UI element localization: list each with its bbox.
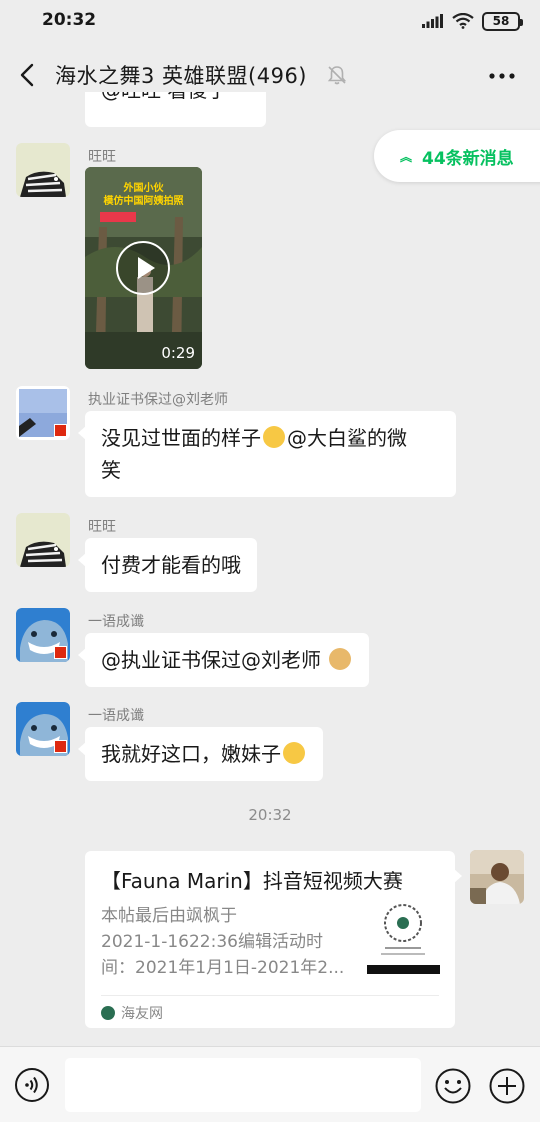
my-avatar[interactable] <box>470 850 524 904</box>
status-time: 20:32 <box>42 10 97 30</box>
battery-icon: 58 <box>482 11 523 31</box>
wink-emoji-icon <box>283 742 305 764</box>
sender-name: 旺旺 <box>88 519 116 535</box>
link-card-desc-line: 2021-1-1622:36编辑活动时 <box>101 932 323 952</box>
avatar[interactable] <box>16 702 70 756</box>
new-messages-label: 44条新消息 <box>422 148 514 169</box>
input-bar <box>0 1046 540 1122</box>
link-card-description: 本帖最后由飒枫于 2021-1-1622:36编辑活动时 间：2021年1月1日… <box>101 903 359 981</box>
avatar[interactable] <box>16 386 70 440</box>
battery-level: 58 <box>492 14 510 28</box>
link-card-desc-line: 间：2021年1月1日-2021年2... <box>101 958 345 978</box>
wifi-icon <box>452 13 474 29</box>
avatar[interactable] <box>16 513 70 567</box>
video-caption-bar <box>100 212 136 222</box>
mute-bell-icon <box>327 66 347 85</box>
more-options-icon[interactable] <box>488 72 516 80</box>
message-bubble[interactable]: @执业证书保过@刘老师 <box>78 633 369 687</box>
message-text-line2: 笑 <box>101 458 121 482</box>
previous-message-text: @旺旺 看傻了 <box>101 92 227 103</box>
emoji-picker-icon[interactable] <box>434 1067 472 1105</box>
double-chevron-up-icon: ︽ <box>400 149 413 164</box>
sender-name: 一语成谶 <box>88 708 144 724</box>
message-text: 我就好这口，嫩妹子 <box>101 742 281 766</box>
video-message[interactable]: 外国小伙 模仿中国阿姨拍照 0:29 <box>85 167 202 369</box>
message-bubble[interactable]: 没见过世面的样子 @大白鲨的微 笑 <box>78 411 456 497</box>
message-text: 付费才能看的哦 <box>101 553 241 577</box>
link-card-desc-line: 本帖最后由飒枫于 <box>101 906 237 926</box>
message-input[interactable] <box>65 1058 421 1112</box>
signal-icon <box>422 14 443 28</box>
play-icon[interactable] <box>116 241 170 295</box>
video-caption-line2: 模仿中国阿姨拍照 <box>103 196 184 207</box>
message-timestamp: 20:32 <box>248 806 292 824</box>
chat-title: 海水之舞3 英雄联盟(496) <box>55 64 308 88</box>
sender-name: 一语成谶 <box>88 614 144 630</box>
grin-emoji-icon <box>263 426 285 448</box>
source-logo-icon <box>101 1006 115 1020</box>
status-bar: 20:32 58 <box>0 0 540 44</box>
link-card-source: 海友网 <box>101 1003 163 1023</box>
link-card-title: 【Fauna Marin】抖音短视频大赛 <box>101 869 403 893</box>
new-messages-button[interactable]: ︽ 44条新消息 <box>374 130 540 182</box>
video-duration: 0:29 <box>161 344 195 362</box>
link-card-thumbnail <box>367 901 440 976</box>
previous-message-bubble[interactable]: @旺旺 看傻了 <box>85 92 266 127</box>
avatar[interactable] <box>16 143 70 197</box>
status-icons: 58 <box>422 11 523 31</box>
title-bar: 海水之舞3 英雄联盟(496) <box>0 44 540 106</box>
message-text: @执业证书保过@刘老师 <box>101 648 321 672</box>
message-text: 没见过世面的样子 <box>101 426 261 450</box>
avatar[interactable] <box>16 608 70 662</box>
link-card-divider <box>101 995 439 996</box>
message-text-mention: @大白鲨的微 <box>287 426 407 450</box>
voice-input-icon[interactable] <box>14 1067 50 1103</box>
link-card-source-name: 海友网 <box>121 1006 163 1022</box>
link-card-message[interactable]: 【Fauna Marin】抖音短视频大赛 本帖最后由飒枫于 2021-1-162… <box>85 851 462 1028</box>
message-bubble[interactable]: 付费才能看的哦 <box>78 538 257 592</box>
doge-emoji-icon <box>329 648 351 670</box>
sender-name: 旺旺 <box>88 149 116 165</box>
message-bubble[interactable]: 我就好这口，嫩妹子 <box>78 727 323 781</box>
more-functions-plus-icon[interactable] <box>488 1067 526 1105</box>
back-icon[interactable] <box>14 60 42 90</box>
sender-name: 执业证书保过@刘老师 <box>88 392 228 408</box>
